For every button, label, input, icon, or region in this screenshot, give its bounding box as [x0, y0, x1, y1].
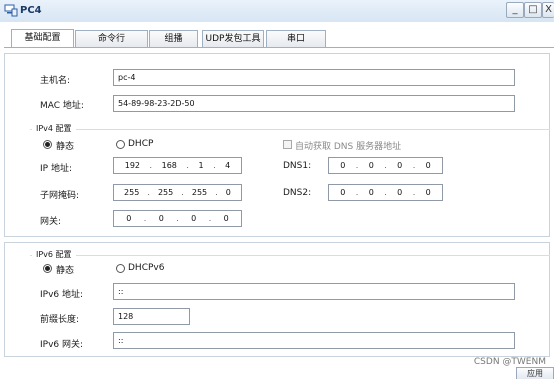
dns1-label: DNS1:: [283, 161, 312, 171]
tab-basic-config[interactable]: 基础配置: [11, 29, 74, 47]
mask-octet-4: 0: [225, 188, 231, 197]
dns2-octet-1: 0: [340, 188, 346, 197]
ip-address-input[interactable]: 192. 168. 1. 4: [113, 157, 242, 174]
mac-label: MAC 地址:: [40, 101, 84, 111]
ipv4-static-radio[interactable]: [43, 140, 52, 149]
ipv6-gateway-input[interactable]: ::: [113, 332, 515, 349]
maximize-button[interactable]: □: [524, 2, 542, 18]
ip-octet-4: 4: [225, 161, 231, 170]
ip-address-label: IP 地址:: [40, 164, 72, 174]
ipv6-static-radio[interactable]: [43, 264, 52, 273]
dns1-octet-3: 0: [397, 161, 403, 170]
ipv6-static-label: 静态: [56, 266, 75, 276]
dns1-octet-2: 0: [368, 161, 374, 170]
ipv4-static-label: 静态: [56, 142, 75, 152]
ipv6-section-title: IPv6 配置: [32, 249, 76, 260]
watermark-text: CSDN @TWENM: [473, 357, 546, 367]
mask-octet-2: 255: [157, 188, 174, 197]
minimize-button[interactable]: _: [506, 2, 524, 18]
gateway-octet-2: 0: [158, 214, 164, 223]
hostname-label: 主机名:: [40, 76, 71, 86]
ipv6-section-rule: [30, 255, 550, 256]
ip-octet-1: 192: [124, 161, 141, 170]
prefix-length-input[interactable]: 128: [113, 308, 190, 325]
window-title: PC4: [20, 5, 42, 16]
gateway-octet-3: 0: [191, 214, 197, 223]
ipv4-dhcp-label: DHCP: [128, 139, 154, 149]
dns2-label: DNS2:: [283, 188, 312, 198]
close-button[interactable]: X: [542, 2, 554, 18]
tab-serial[interactable]: 串口: [266, 30, 326, 47]
subnet-mask-input[interactable]: 255. 255. 255. 0: [113, 184, 242, 201]
auto-dns-checkbox[interactable]: [283, 140, 292, 149]
dns2-input[interactable]: 0. 0. 0. 0: [328, 184, 443, 201]
dns2-octet-2: 0: [368, 188, 374, 197]
ipv6-dhcp-label: DHCPv6: [128, 263, 165, 273]
gateway-octet-1: 0: [126, 214, 132, 223]
tab-command-line[interactable]: 命令行: [75, 30, 148, 47]
mask-octet-3: 255: [191, 188, 208, 197]
auto-dns-label: 自动获取 DNS 服务器地址: [295, 142, 402, 152]
tab-udp-tool[interactable]: UDP发包工具: [202, 30, 264, 47]
ipv4-dhcp-radio[interactable]: [116, 140, 125, 149]
dns1-input[interactable]: 0. 0. 0. 0: [328, 157, 443, 174]
ipv6-address-input[interactable]: ::: [113, 283, 515, 300]
ipv6-gateway-label: IPv6 网关:: [40, 340, 84, 350]
ip-octet-2: 168: [161, 161, 177, 170]
mac-address-field[interactable]: 54-89-98-23-2D-50: [113, 95, 515, 112]
ipv6-address-label: IPv6 地址:: [40, 290, 84, 300]
ip-octet-3: 1: [198, 161, 204, 170]
gateway-input[interactable]: 0. 0. 0. 0: [113, 210, 242, 227]
dns1-octet-1: 0: [340, 161, 346, 170]
dns2-octet-3: 0: [397, 188, 403, 197]
ipv4-section-title: IPv4 配置: [32, 123, 76, 134]
tab-divider: [4, 47, 554, 48]
pc-app-icon: [4, 4, 18, 17]
ipv6-dhcp-radio[interactable]: [116, 264, 125, 273]
dns1-octet-4: 0: [425, 161, 431, 170]
dns2-octet-4: 0: [425, 188, 431, 197]
mask-octet-1: 255: [124, 188, 140, 197]
title-bar: [0, 0, 554, 23]
apply-button[interactable]: 应用: [516, 367, 554, 379]
subnet-mask-label: 子网掩码:: [40, 191, 80, 201]
hostname-input[interactable]: pc-4: [113, 69, 515, 86]
gateway-label: 网关:: [40, 217, 62, 227]
ipv4-section-rule: [30, 129, 550, 130]
tab-multicast[interactable]: 组播: [149, 30, 198, 47]
prefix-length-label: 前缀长度:: [40, 315, 80, 325]
gateway-octet-4: 0: [223, 214, 229, 223]
